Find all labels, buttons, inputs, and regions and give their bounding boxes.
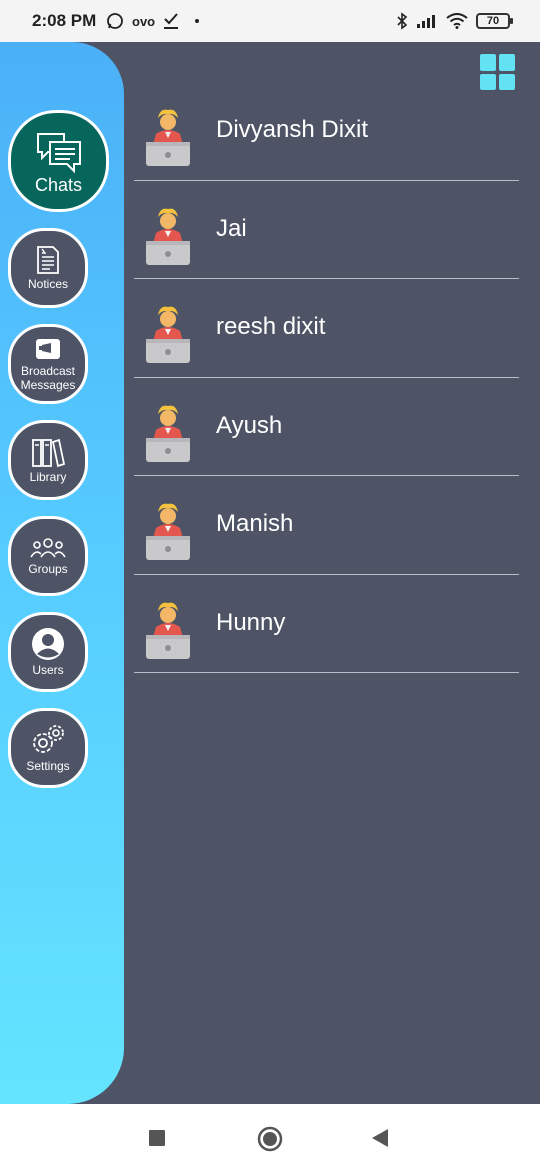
sidebar: Chats Notices Broadcast Messages Library [0,42,124,1104]
chat-list-item[interactable]: Divyansh Dixit [134,82,519,181]
bluetooth-icon [397,12,408,30]
sidebar-item-label: Chats [34,175,83,195]
chat-contact-name: Divyansh Dixit [216,116,369,143]
user-avatar-icon [146,602,190,659]
whatsapp-icon [107,13,123,29]
signal-icon [417,15,435,28]
chat-list-item[interactable]: reesh dixit [134,279,519,378]
broadcast-icon [36,339,60,359]
status-time: 2:08 PM [32,11,97,30]
chat-bubbles-icon [36,133,81,174]
document-icon [37,246,59,274]
dot-icon [195,19,200,23]
sidebar-item-label: Groups [28,562,68,576]
group-icon [30,538,66,558]
chat-contact-name: Manish [216,510,294,537]
battery-icon: 70 [476,13,513,29]
chat-list-item[interactable]: Hunny [134,575,519,673]
chat-list-item[interactable]: Manish [134,476,519,575]
wifi-icon [446,13,468,29]
sidebar-item-library[interactable]: Library [8,420,88,500]
user-avatar-icon [146,405,190,462]
ovo-icon: ovo [132,13,156,29]
gear-icon [33,725,64,753]
chat-contact-name: Hunny [216,608,286,636]
sidebar-item-groups[interactable]: Groups [8,516,88,596]
sidebar-item-label: Notices [27,277,68,291]
user-avatar-icon [146,503,190,560]
sidebar-item-label: Library [29,470,67,484]
sidebar-item-settings[interactable]: Settings [8,708,88,788]
sidebar-item-label: Broadcast Messages [20,364,76,392]
system-nav-bar [0,1104,540,1170]
home-icon[interactable] [257,1126,283,1152]
sidebar-item-label: Users [32,663,64,677]
back-icon[interactable] [371,1128,389,1148]
sidebar-item-chats[interactable]: Chats [8,110,109,212]
recent-apps-icon[interactable] [149,1130,165,1146]
status-bar: 2:08 PM ovo 70 [0,0,540,42]
sidebar-item-label: Settings [26,759,70,773]
chat-list-item[interactable]: Ayush [134,378,519,476]
books-icon [32,438,65,468]
chat-contact-name: Jai [216,214,247,242]
sidebar-item-notices[interactable]: Notices [8,228,88,308]
check-download-icon [164,13,179,29]
chat-contact-name: reesh dixit [216,313,326,340]
user-avatar-icon [146,109,190,166]
user-avatar-icon [146,208,190,265]
user-circle-icon [32,628,64,660]
user-avatar-icon [146,306,190,363]
sidebar-item-broadcast[interactable]: Broadcast Messages [8,324,88,404]
chat-list: Divyansh Dixit Jai reesh dixit Ayush Man… [134,82,519,673]
chat-contact-name: Ayush [216,411,283,439]
chat-list-item[interactable]: Jai [134,181,519,279]
sidebar-item-users[interactable]: Users [8,612,88,692]
